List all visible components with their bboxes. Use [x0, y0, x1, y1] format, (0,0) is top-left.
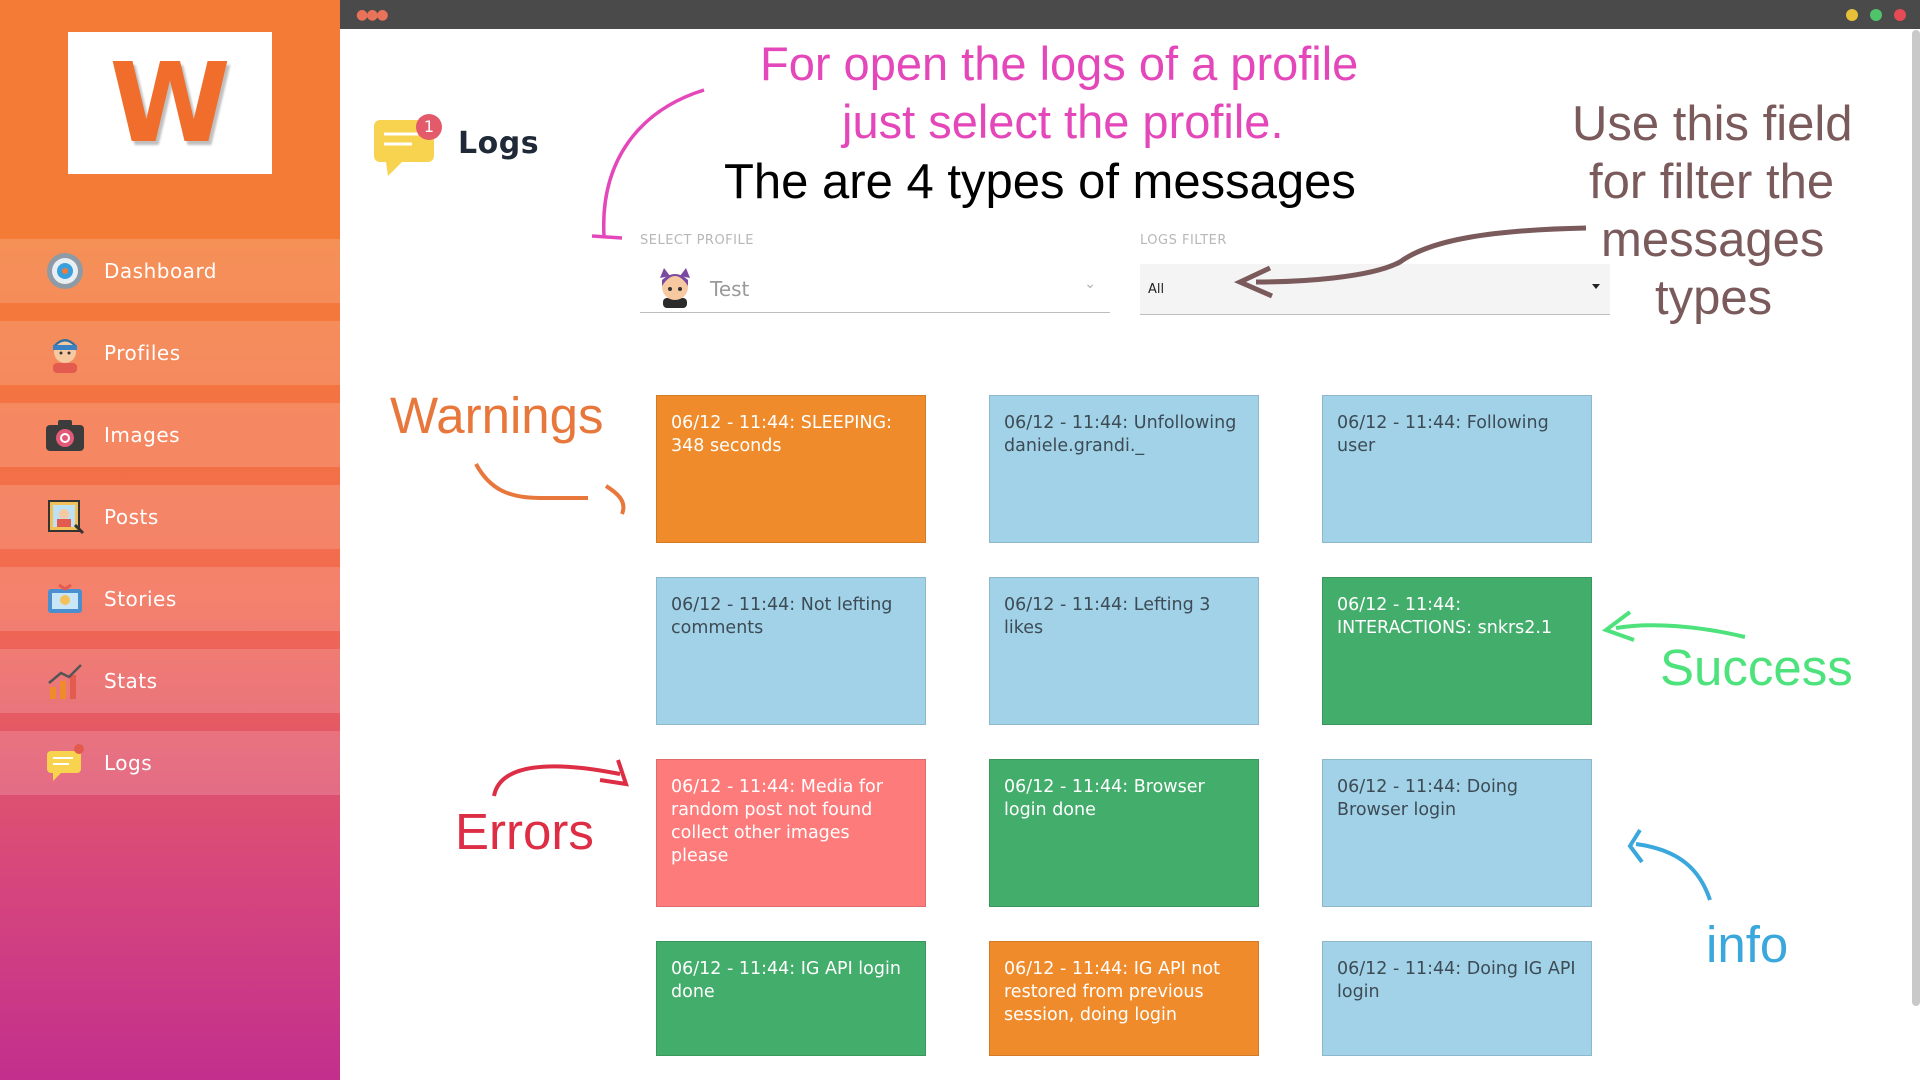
- sidebar-item-stories[interactable]: Stories: [0, 567, 340, 631]
- logo-letter: W: [109, 39, 231, 167]
- sidebar-item-label: Profiles: [104, 341, 181, 365]
- sidebar-item-stats[interactable]: Stats: [0, 649, 340, 713]
- annotation-errors: Errors: [455, 803, 594, 860]
- log-card-error: 06/12 - 11:44: Media for random post not…: [656, 759, 926, 907]
- green-arrow-head: [1601, 610, 1635, 642]
- sidebar-item-label: Images: [104, 423, 181, 447]
- notification-badge: 1: [416, 114, 442, 140]
- sidebar-item-label: Posts: [104, 505, 159, 529]
- log-card-success: 06/12 - 11:44: INTERACTIONS: snkrs2.1: [1322, 577, 1592, 725]
- log-card-warning: 06/12 - 11:44: SLEEPING: 348 seconds: [656, 395, 926, 543]
- logs-chat-icon: [44, 742, 86, 784]
- annotation-filter-line1: Use this field: [1572, 97, 1853, 151]
- log-card-info: 06/12 - 11:44: Doing Browser login: [1322, 759, 1592, 907]
- log-card-success: 06/12 - 11:44: Browser login done: [989, 759, 1259, 907]
- profile-select-value: Test: [710, 277, 750, 301]
- annotation-info: info: [1706, 916, 1789, 973]
- window-maximize-button[interactable]: [1870, 9, 1882, 21]
- annotation-warnings: Warnings: [390, 387, 604, 444]
- sidebar-item-images[interactable]: Images: [0, 403, 340, 467]
- profile-avatar-icon: [44, 332, 86, 374]
- window-titlebar: ●●●: [340, 0, 1920, 29]
- log-card-info: 06/12 - 11:44: Following user: [1322, 395, 1592, 543]
- sidebar-item-label: Logs: [104, 751, 153, 775]
- post-picture-icon: [44, 496, 86, 538]
- sidebar-item-label: Stats: [104, 669, 158, 693]
- log-card-warning: 06/12 - 11:44: IG API not restored from …: [989, 941, 1259, 1056]
- annotation-open-logs-line2: just select the profile.: [842, 95, 1284, 148]
- log-card-info: 06/12 - 11:44: Lefting 3 likes: [989, 577, 1259, 725]
- annotation-open-logs-line1: For open the logs of a profile: [760, 37, 1359, 90]
- sidebar-item-label: Stories: [104, 587, 177, 611]
- profile-select[interactable]: Test ⌄: [640, 262, 1110, 313]
- window-close-button[interactable]: [1894, 9, 1906, 21]
- menu-dots-icon[interactable]: ●●●: [356, 8, 389, 22]
- chevron-down-icon: ⌄: [1084, 276, 1096, 292]
- blue-arrow: [1635, 842, 1712, 901]
- pink-arrow: [602, 88, 705, 237]
- red-arrow-head: [599, 759, 629, 787]
- blue-arrow-head: [1627, 828, 1644, 864]
- caret-down-icon: [1592, 284, 1600, 289]
- logs-filter-select[interactable]: All: [1140, 264, 1610, 315]
- app-logo: W: [68, 32, 272, 174]
- sidebar-item-profiles[interactable]: Profiles: [0, 321, 340, 385]
- stories-icon: [44, 578, 86, 620]
- sidebar-item-posts[interactable]: Posts: [0, 485, 340, 549]
- page-title: Logs: [458, 126, 540, 161]
- camera-icon: [44, 414, 86, 456]
- annotation-filter-line4: types: [1655, 271, 1773, 325]
- sidebar-item-logs[interactable]: Logs: [0, 731, 340, 795]
- select-profile-label: SELECT PROFILE: [640, 233, 754, 248]
- log-card-info: 06/12 - 11:44: Not lefting comments: [656, 577, 926, 725]
- profile-avatar-icon: [654, 266, 696, 312]
- logs-filter-label: LOGS FILTER: [1140, 233, 1227, 248]
- pink-arrow-head: [591, 234, 623, 240]
- stats-chart-icon: [44, 660, 86, 702]
- badge-count: 1: [423, 117, 435, 136]
- log-card-success: 06/12 - 11:44: IG API login done: [656, 941, 926, 1056]
- orange-arrow: [474, 463, 588, 500]
- annotation-filter-line2: for filter the: [1589, 155, 1835, 209]
- orange-arrow-head: [604, 484, 626, 515]
- scrollbar[interactable]: [1912, 30, 1920, 1006]
- sidebar-item-dashboard[interactable]: Dashboard: [0, 239, 340, 303]
- sidebar: W Dashboard Profiles Images Posts Storie…: [0, 0, 340, 1080]
- logs-filter-value: All: [1148, 282, 1165, 297]
- dashboard-gauge-icon: [44, 250, 86, 292]
- log-card-info: 06/12 - 11:44: Doing IG API login: [1322, 941, 1592, 1056]
- annotation-filter-line3: messages: [1601, 213, 1825, 267]
- annotation-types-note: The are 4 types of messages: [724, 155, 1356, 209]
- red-arrow: [492, 764, 621, 797]
- page-header-icon: 1: [372, 112, 442, 178]
- green-arrow: [1615, 623, 1746, 639]
- annotation-success: Success: [1660, 639, 1853, 696]
- window-minimize-button[interactable]: [1846, 9, 1858, 21]
- log-card-info: 06/12 - 11:44: Unfollowing daniele.grand…: [989, 395, 1259, 543]
- sidebar-item-label: Dashboard: [104, 259, 218, 283]
